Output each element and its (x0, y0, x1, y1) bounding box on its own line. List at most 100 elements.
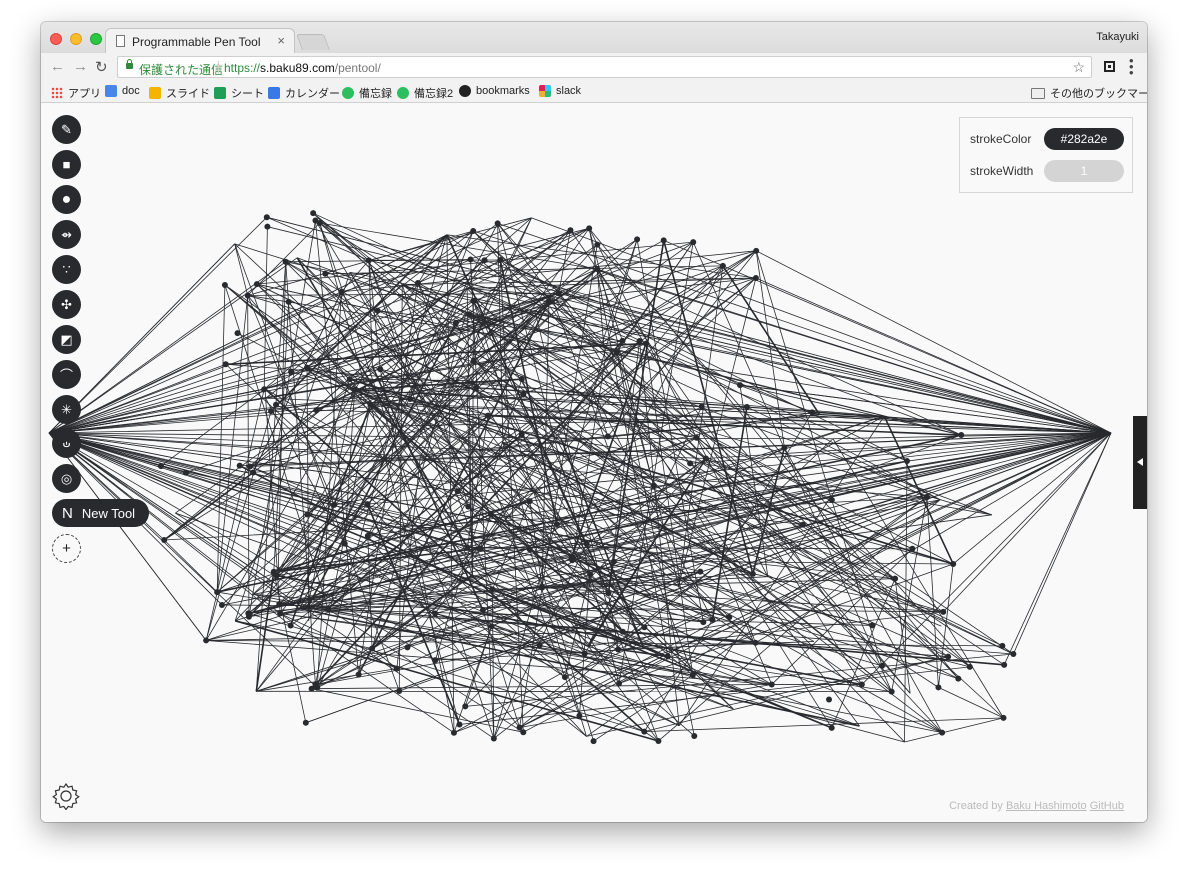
bookmark-github[interactable]: bookmarks (459, 85, 530, 97)
stroke-dot (473, 384, 480, 391)
stroke-dot (935, 684, 942, 691)
stroke-line (720, 562, 943, 733)
add-tool-button[interactable]: + (52, 534, 81, 563)
bookmark-star-icon[interactable]: ☆ (1072, 59, 1085, 76)
rectangle-tool-button[interactable]: ■ (52, 150, 81, 179)
stroke-dot (752, 639, 759, 646)
stroke-dot (828, 497, 835, 504)
menu-icon[interactable]: • • • (1129, 54, 1134, 79)
bookmark-other-folder[interactable]: その他のブックマーク (1031, 85, 1147, 101)
slides-icon (149, 87, 161, 99)
stroke-dot (690, 239, 697, 246)
folder-icon (1031, 87, 1045, 99)
pencil-tool-button[interactable]: ✎ (52, 115, 81, 144)
bookmark-calendar[interactable]: カレンダー (268, 85, 340, 101)
slash-box-icon: ◩ (60, 331, 73, 347)
link-tool-button[interactable]: ⇴ (52, 220, 81, 249)
stroke-dot (594, 266, 601, 273)
stroke-dot (245, 610, 252, 617)
new-tool-button[interactable]: N New Tool (52, 499, 150, 527)
bookmark-memo[interactable]: 備忘録 (342, 85, 392, 101)
canvas-area[interactable]: ✎ ■ ● ⇴ ∵ ✣ ◩ ⌒ ✳ ഄ ◎ N New Tool + strok… (41, 103, 1147, 822)
drawing-canvas[interactable] (41, 103, 1147, 822)
stroke-dot (393, 665, 400, 672)
drawing-strokes (48, 210, 1112, 745)
stroke-dot (698, 403, 705, 410)
stroke-dot (331, 501, 338, 508)
settings-gear-icon[interactable] (52, 782, 80, 810)
stroke-dot (182, 469, 189, 476)
stroke-dot (268, 408, 275, 415)
url-text: https://s.baku89.com/pentool/ (224, 61, 381, 75)
bookmark-apps[interactable]: アプリ (51, 85, 101, 101)
stroke-dot (650, 482, 657, 489)
back-icon[interactable]: ← (50, 58, 65, 75)
stroke-dot (470, 357, 477, 364)
browser-tab[interactable]: Programmable Pen Tool × (105, 28, 295, 54)
stroke-dot (465, 503, 472, 510)
stroke-dot (781, 444, 788, 451)
extension-icon[interactable] (1104, 61, 1115, 72)
bookmark-sheets[interactable]: シート (214, 85, 264, 101)
new-tab-button[interactable] (296, 34, 330, 50)
concentric-tool-button[interactable]: ◎ (52, 464, 81, 493)
close-window-button[interactable] (50, 33, 62, 45)
stroke-dot (610, 558, 617, 565)
scatter-icon: ∵ (62, 261, 71, 277)
loop-tool-button[interactable]: ഄ (52, 429, 81, 458)
profile-name[interactable]: Takayuki (1096, 31, 1139, 43)
asterisk-tool-button[interactable]: ✳ (52, 395, 81, 424)
slash-box-tool-button[interactable]: ◩ (52, 325, 81, 354)
stroke-dot (304, 511, 311, 518)
calendar-icon (268, 87, 280, 99)
stroke-width-input[interactable]: 1 (1044, 160, 1124, 182)
stroke-color-input[interactable]: #282a2e (1044, 128, 1124, 150)
stroke-line (471, 300, 474, 575)
bookmark-memo2[interactable]: 備忘録2 (397, 85, 453, 101)
stroke-dot (581, 650, 588, 657)
stroke-dot (161, 536, 168, 543)
stroke-dot (367, 401, 374, 408)
stroke-line (216, 284, 226, 593)
stroke-dot (452, 320, 459, 327)
bookmark-doc[interactable]: doc (105, 85, 140, 97)
stroke-line (163, 471, 254, 541)
stroke-dot (904, 457, 911, 464)
reload-icon[interactable]: ↻ (95, 58, 108, 76)
author-link[interactable]: Baku Hashimoto (1006, 800, 1087, 812)
browser-toolbar: ← → ↻ 保護された通信 https://s.baku89.com/pento… (41, 53, 1147, 81)
stroke-dot (470, 228, 477, 235)
stroke-dot (310, 210, 317, 217)
stroke-dot (516, 724, 523, 731)
stroke-dot (567, 227, 574, 234)
address-bar[interactable]: 保護された通信 https://s.baku89.com/pentool/ ☆ (117, 56, 1092, 78)
stroke-dot (222, 361, 229, 368)
stroke-dot (583, 540, 590, 547)
stroke-dot (561, 674, 568, 681)
maximize-window-button[interactable] (90, 33, 102, 45)
side-panel-toggle[interactable] (1133, 416, 1147, 509)
stroke-dot (263, 214, 270, 221)
bookmark-slack[interactable]: slack (539, 85, 581, 97)
credit-text: Created by Baku Hashimoto GitHub (949, 800, 1124, 812)
stroke-line (1003, 432, 1112, 666)
stroke-dot (752, 274, 759, 281)
arc-tool-button[interactable]: ⌒ (52, 360, 81, 389)
stroke-line (596, 269, 623, 341)
stroke-line (334, 411, 813, 506)
loop-icon: ഄ (62, 435, 71, 450)
stroke-dot (536, 641, 543, 648)
stroke-line (48, 261, 286, 434)
tab-close-icon[interactable]: × (277, 33, 285, 48)
stroke-dot (304, 364, 311, 371)
minimize-window-button[interactable] (70, 33, 82, 45)
stroke-dot (355, 671, 362, 678)
move-tool-button[interactable]: ✣ (52, 290, 81, 319)
stroke-line (247, 292, 559, 296)
bookmark-slides[interactable]: スライド (149, 85, 210, 101)
ellipse-tool-button[interactable]: ● (52, 185, 81, 214)
forward-icon[interactable]: → (73, 58, 88, 75)
scatter-tool-button[interactable]: ∵ (52, 255, 81, 284)
stroke-dot (737, 382, 744, 389)
github-link[interactable]: GitHub (1090, 800, 1124, 812)
